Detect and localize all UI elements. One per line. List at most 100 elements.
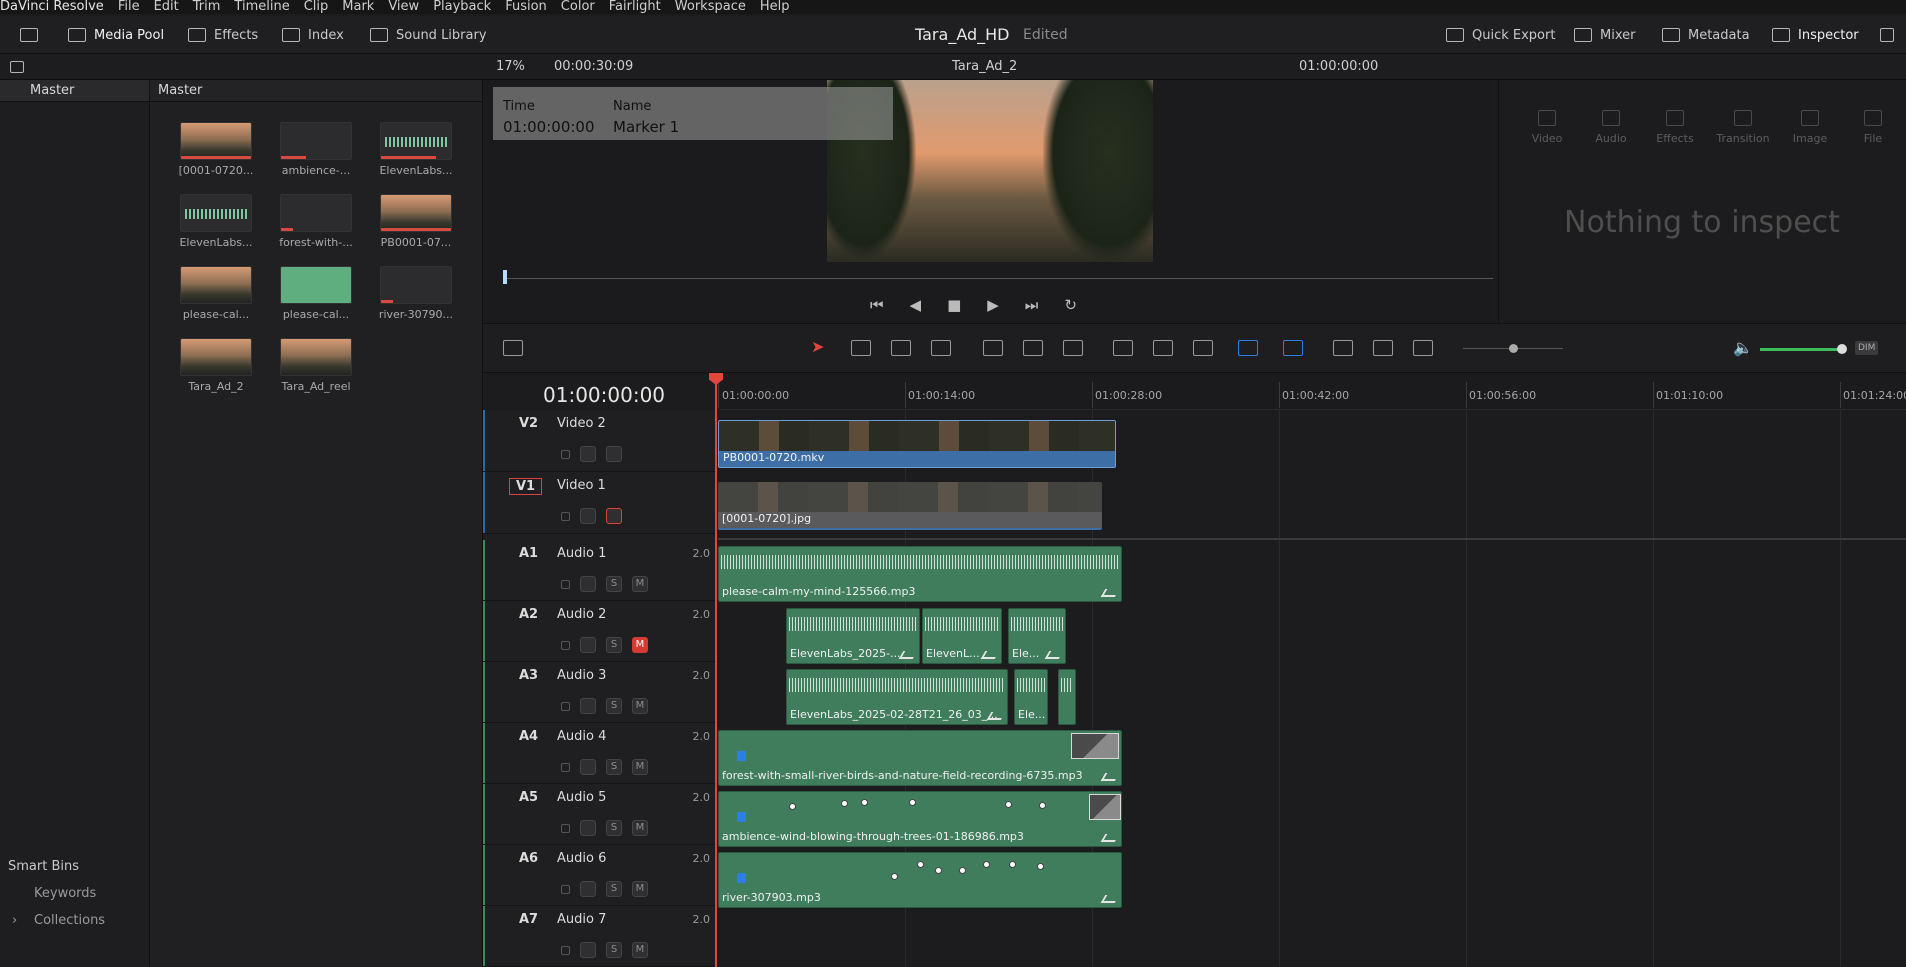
keyframe[interactable] <box>1009 861 1016 868</box>
mute-button[interactable]: M <box>632 881 648 897</box>
fade-handle[interactable] <box>1089 794 1121 820</box>
curve-icon[interactable] <box>986 712 1006 720</box>
video-clip[interactable]: [0001-0720].jpg <box>718 482 1102 530</box>
skip-end-icon[interactable]: ⏭ <box>1025 296 1039 314</box>
keyframe[interactable] <box>1039 802 1046 809</box>
lock-icon[interactable] <box>561 511 570 521</box>
keyframe[interactable] <box>1005 801 1012 808</box>
timeline-ruler[interactable]: 01:00:00:00 01:00:14:00 01:00:28:00 01:0… <box>718 376 1906 410</box>
trim-tool-icon[interactable] <box>851 340 871 356</box>
sound-library-button[interactable]: Sound Library <box>370 16 487 54</box>
track-header-a6[interactable]: A6 Audio 6 2.0 SM <box>483 845 718 906</box>
insert-clip-icon[interactable] <box>983 340 1003 356</box>
zoom-custom-icon[interactable] <box>1413 340 1433 356</box>
metadata-button[interactable]: Metadata <box>1662 16 1750 54</box>
pool-clip[interactable]: ambience-... <box>272 122 360 177</box>
overwrite-clip-icon[interactable] <box>1023 340 1043 356</box>
auto-select-icon[interactable] <box>580 446 596 462</box>
quick-export-button[interactable]: Quick Export <box>1446 16 1555 54</box>
chevron-right-icon[interactable]: › <box>12 913 17 928</box>
stop-icon[interactable]: ■ <box>947 296 961 314</box>
link-icon[interactable] <box>1153 340 1173 356</box>
selection-tool-icon[interactable]: ➤ <box>811 337 831 356</box>
marker-icon[interactable] <box>1283 340 1303 356</box>
zoom-slider-knob[interactable] <box>1509 344 1518 353</box>
keyframe[interactable] <box>935 867 942 874</box>
playhead[interactable] <box>715 376 717 967</box>
audio-clip[interactable]: forest-with-small-river-birds-and-nature… <box>718 730 1122 786</box>
menu-workspace[interactable]: Workspace <box>675 0 746 14</box>
track-header-v2[interactable]: V2 Video 2 <box>483 410 718 472</box>
keyframe[interactable] <box>789 803 796 810</box>
keyframe[interactable] <box>861 799 868 806</box>
loop-icon[interactable]: ↻ <box>1064 296 1077 314</box>
volume-slider[interactable] <box>1760 348 1840 351</box>
expand-button[interactable] <box>1880 16 1894 54</box>
pool-clip[interactable]: forest-with-... <box>272 194 360 249</box>
index-button[interactable]: Index <box>282 16 344 54</box>
lock-icon[interactable] <box>561 884 570 894</box>
menu-help[interactable]: Help <box>760 0 790 14</box>
timeline-tracks[interactable]: PB0001-0720.mkv [0001-0720].jpg please-c… <box>718 410 1906 967</box>
inspector-tab-audio[interactable]: Audio <box>1583 110 1639 145</box>
menu-fusion[interactable]: Fusion <box>505 0 547 14</box>
menu-fairlight[interactable]: Fairlight <box>609 0 661 14</box>
solo-button[interactable]: S <box>606 759 622 775</box>
marker-icon[interactable] <box>737 873 746 883</box>
step-back-icon[interactable]: ◀ <box>910 296 922 314</box>
audio-clip[interactable]: ambience-wind-blowing-through-trees-01-1… <box>718 791 1122 847</box>
menu-trim[interactable]: Trim <box>193 0 221 14</box>
dim-button[interactable]: DIM <box>1855 341 1879 355</box>
inspector-tab-effects[interactable]: Effects <box>1647 110 1703 145</box>
menu-mark[interactable]: Mark <box>342 0 374 14</box>
keyframe[interactable] <box>1037 863 1044 870</box>
pool-clip[interactable]: Tara_Ad_reel <box>272 338 360 393</box>
auto-select-icon[interactable] <box>580 820 596 836</box>
mute-button[interactable]: M <box>632 759 648 775</box>
film-icon[interactable] <box>606 446 622 462</box>
replace-clip-icon[interactable] <box>1063 340 1083 356</box>
lock-icon[interactable] <box>561 701 570 711</box>
track-header-a4[interactable]: A4 Audio 4 2.0 SM <box>483 723 718 784</box>
auto-select-icon[interactable] <box>580 576 596 592</box>
track-header-a5[interactable]: A5 Audio 5 2.0 SM <box>483 784 718 845</box>
menu-color[interactable]: Color <box>561 0 595 14</box>
auto-select-icon[interactable] <box>580 698 596 714</box>
marker-icon[interactable] <box>737 812 746 822</box>
auto-select-icon[interactable] <box>580 942 596 958</box>
keyframe[interactable] <box>891 873 898 880</box>
keyframe[interactable] <box>909 799 916 806</box>
smart-bin-keywords[interactable]: Keywords <box>34 886 96 901</box>
zoom-level[interactable]: 17% <box>496 54 525 80</box>
curve-icon[interactable] <box>1100 834 1120 842</box>
zoom-full-icon[interactable] <box>1333 340 1353 356</box>
solo-button[interactable]: S <box>606 820 622 836</box>
inspector-button[interactable]: Inspector <box>1772 16 1859 54</box>
flag-icon[interactable] <box>1238 340 1258 356</box>
solo-button[interactable]: S <box>606 942 622 958</box>
menu-file[interactable]: File <box>118 0 140 14</box>
solo-button[interactable]: S <box>606 576 622 592</box>
pool-clip[interactable]: river-30790... <box>372 266 460 321</box>
pool-clip[interactable]: ElevenLabs... <box>172 194 260 249</box>
lock-icon[interactable] <box>1193 340 1213 356</box>
audio-clip[interactable]: Ele... <box>1008 608 1066 664</box>
zoom-detail-icon[interactable] <box>1373 340 1393 356</box>
mute-button[interactable]: M <box>632 942 648 958</box>
inspector-tab-file[interactable]: File <box>1845 110 1901 145</box>
curve-icon[interactable] <box>980 651 1000 659</box>
curve-icon[interactable] <box>1100 895 1120 903</box>
curve-icon[interactable] <box>1044 651 1064 659</box>
monitor-button[interactable] <box>20 16 38 54</box>
lock-icon[interactable] <box>561 945 570 955</box>
curve-icon[interactable] <box>898 651 918 659</box>
video-clip[interactable]: PB0001-0720.mkv <box>718 420 1116 468</box>
blade-tool-icon[interactable] <box>931 340 951 356</box>
audio-clip[interactable]: please-calm-my-mind-125566.mp3 <box>718 546 1122 602</box>
sidebar-toggle[interactable] <box>10 54 24 80</box>
media-pool-button[interactable]: Media Pool <box>68 16 164 54</box>
track-header-a7[interactable]: A7 Audio 7 2.0 SM <box>483 906 718 967</box>
solo-button[interactable]: S <box>606 698 622 714</box>
audio-clip[interactable]: ElevenL... <box>922 608 1002 664</box>
inspector-tab-video[interactable]: Video <box>1519 110 1575 145</box>
